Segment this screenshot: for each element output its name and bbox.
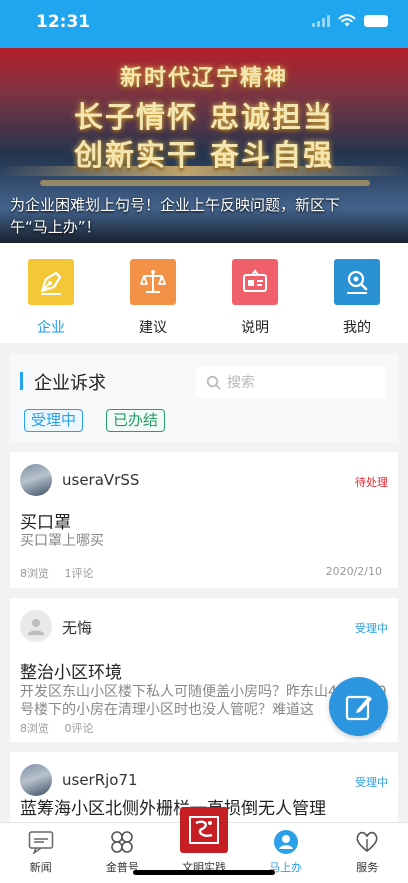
status-icons [312,14,388,27]
avatar [20,464,52,496]
status-badge: 待处理 [355,476,388,489]
quick-nav-label: 我的 [343,320,371,336]
scales-icon [130,259,176,305]
view-count: 8浏览 [20,567,49,580]
tab-label: 服务 [356,861,379,874]
item-title: 买口罩 [20,513,71,533]
signal-icon [312,14,330,27]
item-meta: 8浏览 0评论 [20,720,106,736]
search-icon [206,375,221,389]
item-meta: 8浏览 1评论 [20,565,106,581]
item-date: 2020/2/10 [325,565,382,578]
default-user-icon [28,619,44,635]
banner-bridge [40,180,370,186]
id-card-icon [232,259,278,305]
item-title: 整治小区环境 [20,663,122,683]
section-accent-bar [20,372,23,390]
banner-caption[interactable]: 为企业困难划上句号！企业上午反映问题，新区下午“马上办”！ [10,194,365,238]
item-description: 买口罩上哪买 [20,533,104,549]
filter-done-chip[interactable]: 已办结 [106,409,166,432]
username: useraVrSS [62,471,140,489]
search-doc-icon [334,259,380,305]
avatar [20,764,52,796]
view-count: 8浏览 [20,722,49,735]
banner-slogan-line3: 创新实干 奋斗自强 [73,138,335,172]
panel-title: 企业诉求 [34,373,106,394]
search-input[interactable]: 搜索 [196,366,386,398]
quick-nav-mine[interactable]: 我的 [306,243,408,343]
quick-nav-label: 建议 [139,320,167,336]
quick-nav-explain[interactable]: 说明 [204,243,306,343]
comment-count: 1评论 [64,567,94,580]
comment-count: 0评论 [64,722,94,735]
quick-nav-suggestion[interactable]: 建议 [102,243,204,343]
edit-icon [345,695,372,720]
hands-heart-icon [353,828,381,856]
tab-news[interactable]: 新闻 [0,823,82,883]
seal-icon [179,807,228,853]
tab-service[interactable]: 服务 [326,823,408,883]
status-bar: 12:31 [0,0,408,48]
wifi-icon [338,14,356,27]
search-placeholder: 搜索 [227,375,255,391]
quick-nav: 企业 建议 说明 我的 [0,243,408,343]
user-circle-icon [272,828,300,856]
requests-panel: 企业诉求 搜索 受理中 已办结 [10,354,398,442]
quick-nav-label: 说明 [241,320,269,336]
quick-nav-label: 企业 [37,320,65,336]
tab-label: 新闻 [29,861,52,874]
username: 无悔 [62,619,93,637]
quick-nav-enterprise[interactable]: 企业 [0,243,102,343]
request-feed[interactable]: useraVrSS 待处理 买口罩 买口罩上哪买 8浏览 1评论 2020/2/… [10,452,398,822]
banner-slogan-line1: 新时代辽宁精神 [119,66,288,91]
banner-carousel[interactable]: 新时代辽宁精神 长子情怀 忠诚担当 创新实干 奋斗自强 为企业困难划上句号！企业… [0,48,408,243]
username: userRjo71 [62,771,138,789]
compose-button[interactable] [329,677,388,736]
item-title: 蓝筹海小区北侧外栅栏一直损倒无人管理 [20,799,326,819]
filter-processing-chip[interactable]: 受理中 [24,409,84,432]
avatar [20,610,52,642]
status-badge: 受理中 [355,776,388,789]
status-time: 12:31 [36,12,91,32]
pen-nib-icon [28,259,74,305]
status-badge: 受理中 [355,622,388,635]
battery-icon [364,14,388,27]
home-indicator[interactable] [133,870,275,875]
list-item[interactable]: useraVrSS 待处理 买口罩 买口罩上哪买 8浏览 1评论 2020/2/… [10,452,398,588]
clover-icon [108,828,136,856]
news-icon [27,828,55,856]
banner-slogan-line2: 长子情怀 忠诚担当 [73,100,335,134]
